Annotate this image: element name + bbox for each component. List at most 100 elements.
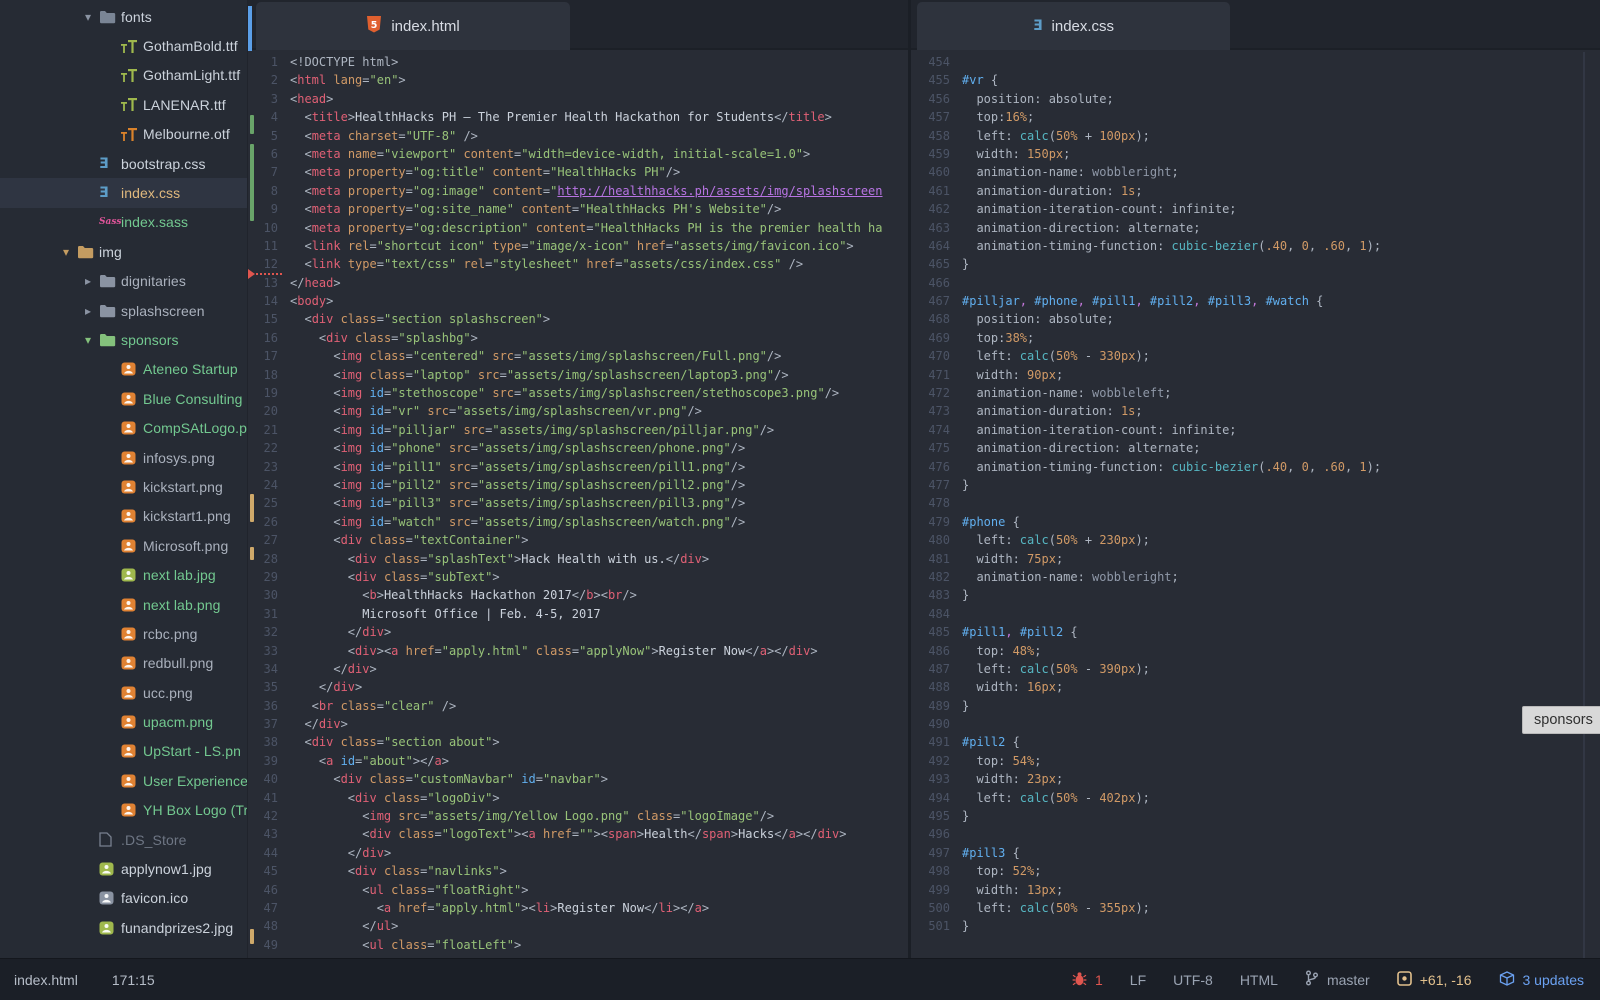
code-line[interactable]: 491#pill2 { — [911, 733, 1600, 751]
code-line[interactable]: 484 — [911, 605, 1600, 623]
code-line[interactable]: 28 <div class="splashText">Hack Health w… — [248, 550, 908, 568]
code-line[interactable]: 15 <div class="section splashscreen"> — [248, 310, 908, 328]
tree-item-kickstart1-png[interactable]: kickstart1.png — [0, 502, 247, 531]
tree-item-img[interactable]: ▾img — [0, 237, 247, 266]
code-line[interactable]: 43 <div class="logoText"><a href=""><spa… — [248, 825, 908, 843]
tree-item-compsatlogo-p[interactable]: CompSAtLogo.p — [0, 413, 247, 442]
tree-item-lanenar-ttf[interactable]: LANENAR.ttf — [0, 90, 247, 119]
code-line[interactable]: 477} — [911, 476, 1600, 494]
code-line[interactable]: 470 left: calc(50% - 330px); — [911, 347, 1600, 365]
code-line[interactable]: 31 Microsoft Office | Feb. 4-5, 2017 — [248, 605, 908, 623]
tree-item-applynow1-jpg[interactable]: applynow1.jpg — [0, 854, 247, 883]
code-line[interactable]: 8 <meta property="og:image" content="htt… — [248, 182, 908, 200]
chevron-down-icon[interactable]: ▾ — [77, 10, 99, 24]
chevron-down-icon[interactable]: ▾ — [55, 245, 77, 259]
tree-item-rcbc-png[interactable]: rcbc.png — [0, 619, 247, 648]
tree-item-upstart-ls-pn[interactable]: UpStart - LS.pn — [0, 737, 247, 766]
code-line[interactable]: 495} — [911, 807, 1600, 825]
code-line[interactable]: 34 </div> — [248, 660, 908, 678]
code-line[interactable]: 13</head> — [248, 274, 908, 292]
code-line[interactable]: 33 <div><a href="apply.html" class="appl… — [248, 642, 908, 660]
code-line[interactable]: 482 animation-name: wobbleright; — [911, 568, 1600, 586]
code-line[interactable]: 11 <link rel="shortcut icon" type="image… — [248, 237, 908, 255]
code-line[interactable]: 494 left: calc(50% - 402px); — [911, 789, 1600, 807]
code-line[interactable]: 489} — [911, 697, 1600, 715]
code-line[interactable]: 46 <ul class="floatRight"> — [248, 881, 908, 899]
code-line[interactable]: 4 <title>HealthHacks PH — The Premier He… — [248, 108, 908, 126]
tree-item-infosys-png[interactable]: infosys.png — [0, 443, 247, 472]
code-line[interactable]: 36 <br class="clear" /> — [248, 697, 908, 715]
code-line[interactable]: 492 top: 54%; — [911, 752, 1600, 770]
code-line[interactable]: 481 width: 75px; — [911, 550, 1600, 568]
code-line[interactable]: 496 — [911, 825, 1600, 843]
status-errors[interactable]: 1 — [1072, 971, 1103, 989]
code-line[interactable]: 32 </div> — [248, 623, 908, 641]
code-line[interactable]: 463 animation-direction: alternate; — [911, 219, 1600, 237]
code-line[interactable]: 454 — [911, 53, 1600, 71]
code-line[interactable]: 26 <img id="watch" src="assets/img/splas… — [248, 513, 908, 531]
code-line[interactable]: 472 animation-name: wobbleleft; — [911, 384, 1600, 402]
code-line[interactable]: 16 <div class="splashbg"> — [248, 329, 908, 347]
code-editor-html[interactable]: 1<!DOCTYPE html>2<html lang="en">3<head>… — [248, 50, 908, 958]
code-line[interactable]: 460 animation-name: wobbleright; — [911, 163, 1600, 181]
code-line[interactable]: 41 <div class="logoDiv"> — [248, 789, 908, 807]
code-line[interactable]: 465} — [911, 255, 1600, 273]
chevron-right-icon[interactable]: ▸ — [77, 274, 99, 288]
code-line[interactable]: 38 <div class="section about"> — [248, 733, 908, 751]
code-line[interactable]: 21 <img id="pilljar" src="assets/img/spl… — [248, 421, 908, 439]
code-line[interactable]: 479#phone { — [911, 513, 1600, 531]
code-line[interactable]: 24 <img id="pill2" src="assets/img/splas… — [248, 476, 908, 494]
code-line[interactable]: 35 </div> — [248, 678, 908, 696]
tree-item-index-css[interactable]: Ǝindex.css — [0, 178, 247, 207]
tree-item-bootstrap-css[interactable]: Ǝbootstrap.css — [0, 149, 247, 178]
status-grammar[interactable]: HTML — [1240, 972, 1278, 988]
code-line[interactable]: 23 <img id="pill1" src="assets/img/splas… — [248, 458, 908, 476]
code-line[interactable]: 7 <meta property="og:title" content="Hea… — [248, 163, 908, 181]
code-line[interactable]: 49 <ul class="floatLeft"> — [248, 936, 908, 954]
tree-item-ucc-png[interactable]: ucc.png — [0, 678, 247, 707]
code-line[interactable]: 458 left: calc(50% + 100px); — [911, 127, 1600, 145]
tree-item-redbull-png[interactable]: redbull.png — [0, 649, 247, 678]
code-line[interactable]: 20 <img id="vr" src="assets/img/splashsc… — [248, 402, 908, 420]
status-file-name[interactable]: index.html — [14, 972, 78, 988]
tree-item-blue-consulting[interactable]: Blue Consulting — [0, 384, 247, 413]
code-line[interactable]: 483} — [911, 586, 1600, 604]
code-line[interactable]: 30 <b>HealthHacks Hackathon 2017</b><br/… — [248, 586, 908, 604]
code-line[interactable]: 459 width: 150px; — [911, 145, 1600, 163]
code-line[interactable]: 17 <img class="centered" src="assets/img… — [248, 347, 908, 365]
tree-item-splashscreen[interactable]: ▸splashscreen — [0, 296, 247, 325]
tree-item-user-experience[interactable]: User Experience — [0, 766, 247, 795]
code-line[interactable]: 498 top: 52%; — [911, 862, 1600, 880]
code-line[interactable]: 42 <img src="assets/img/Yellow Logo.png"… — [248, 807, 908, 825]
code-line[interactable]: 19 <img id="stethoscope" src="assets/img… — [248, 384, 908, 402]
code-line[interactable]: 22 <img id="phone" src="assets/img/splas… — [248, 439, 908, 457]
code-line[interactable]: 9 <meta property="og:site_name" content=… — [248, 200, 908, 218]
code-line[interactable]: 499 width: 13px; — [911, 881, 1600, 899]
code-line[interactable]: 497#pill3 { — [911, 844, 1600, 862]
code-line[interactable]: 457 top:16%; — [911, 108, 1600, 126]
code-line[interactable]: 45 <div class="navlinks"> — [248, 862, 908, 880]
code-line[interactable]: 461 animation-duration: 1s; — [911, 182, 1600, 200]
tree-item-gothambold-ttf[interactable]: GothamBold.ttf — [0, 31, 247, 60]
status-encoding[interactable]: UTF-8 — [1173, 972, 1213, 988]
code-line[interactable]: 469 top:38%; — [911, 329, 1600, 347]
code-line[interactable]: 1<!DOCTYPE html> — [248, 53, 908, 71]
code-line[interactable]: 18 <img class="laptop" src="assets/img/s… — [248, 366, 908, 384]
code-line[interactable]: 471 width: 90px; — [911, 366, 1600, 384]
tree-item-fonts[interactable]: ▾fonts — [0, 2, 247, 31]
chevron-right-icon[interactable]: ▸ — [77, 304, 99, 318]
status-git-diff[interactable]: +61, -16 — [1397, 971, 1472, 989]
tab-index-css[interactable]: Ǝ index.css — [917, 2, 1230, 50]
code-line[interactable]: 25 <img id="pill3" src="assets/img/splas… — [248, 494, 908, 512]
status-line-ending[interactable]: LF — [1130, 972, 1146, 988]
tab-index-html[interactable]: 5 index.html — [256, 2, 570, 50]
tree-item-microsoft-png[interactable]: Microsoft.png — [0, 531, 247, 560]
chevron-down-icon[interactable]: ▾ — [77, 333, 99, 347]
tree-view[interactable]: ▾fontsGothamBold.ttfGothamLight.ttfLANEN… — [0, 0, 248, 958]
code-line[interactable]: 37 </div> — [248, 715, 908, 733]
code-line[interactable]: 462 animation-iteration-count: infinite; — [911, 200, 1600, 218]
code-line[interactable]: 478 — [911, 494, 1600, 512]
code-line[interactable]: 39 <a id="about"></a> — [248, 752, 908, 770]
status-updates[interactable]: 3 updates — [1499, 971, 1585, 989]
code-line[interactable]: 500 left: calc(50% - 355px); — [911, 899, 1600, 917]
